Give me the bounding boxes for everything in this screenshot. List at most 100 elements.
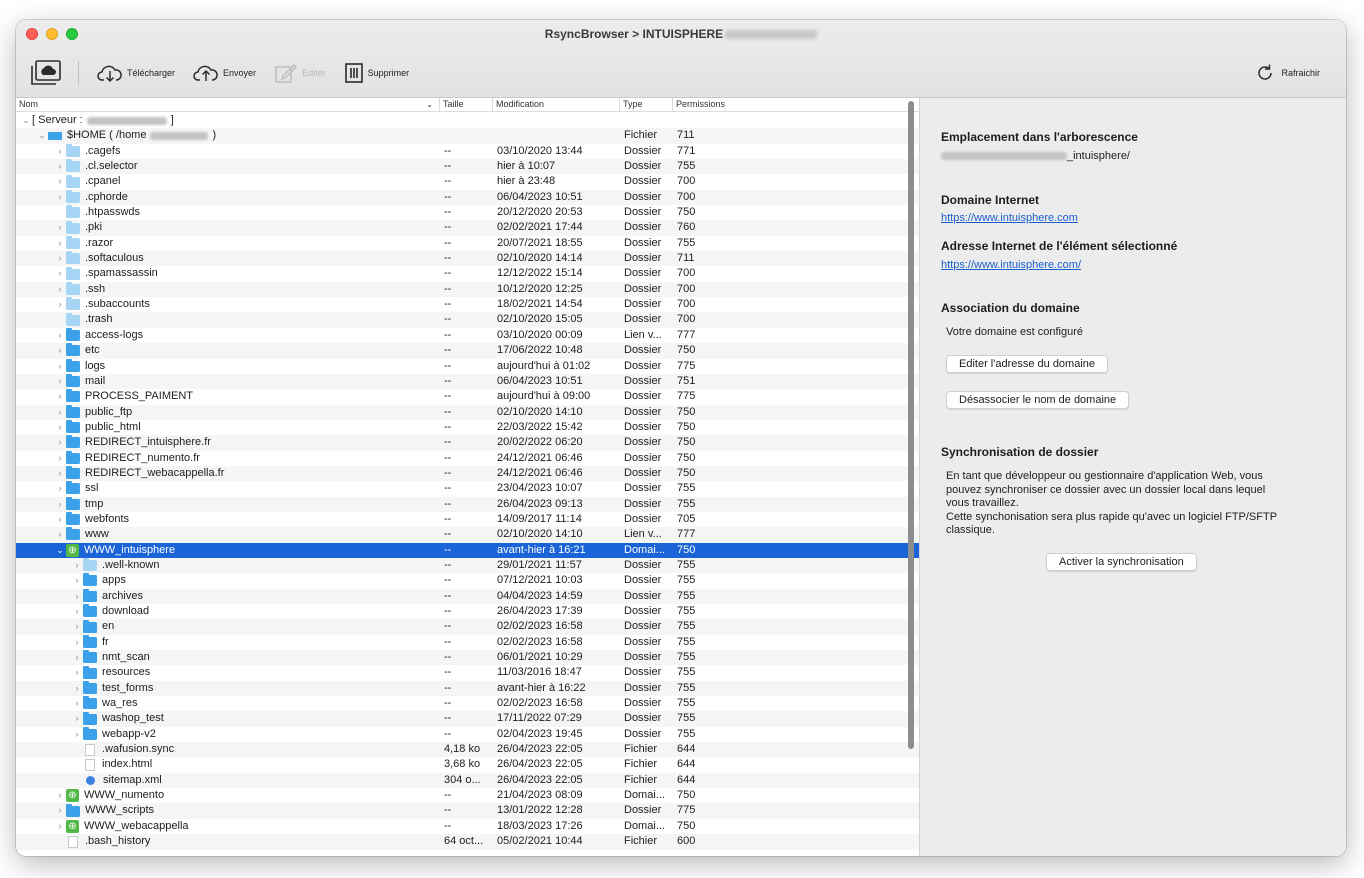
file-row[interactable]: ›REDIRECT_numento.fr--24/12/2021 06:46Do… [16,451,919,466]
file-row[interactable]: ›tmp--26/04/2023 09:13Dossier755 [16,497,919,512]
file-row[interactable]: ›resources--11/03/2016 18:47Dossier755 [16,665,919,680]
sidebar-toggle-button[interactable] [30,60,62,86]
file-row[interactable]: ›public_html--22/03/2022 15:42Dossier750 [16,420,919,435]
file-row[interactable]: ›.spamassassin--12/12/2022 15:14Dossier7… [16,266,919,281]
disclosure-collapsed-icon[interactable]: › [54,527,66,542]
disclosure-collapsed-icon[interactable]: › [54,328,66,343]
disclosure-collapsed-icon[interactable]: › [54,389,66,404]
file-row[interactable]: ›.well-known--29/01/2021 11:57Dossier755 [16,558,919,573]
disclosure-collapsed-icon[interactable]: › [54,266,66,281]
file-row[interactable]: ›.pki--02/02/2021 17:44Dossier760 [16,220,919,235]
disclosure-collapsed-icon[interactable]: › [54,420,66,435]
disclosure-collapsed-icon[interactable]: › [54,236,66,251]
disclosure-collapsed-icon[interactable]: › [71,665,83,680]
file-row[interactable]: ⌄⊕WWW_intuisphere--avant-hier à 16:21Dom… [16,543,919,558]
file-row[interactable]: .wafusion.sync4,18 ko26/04/2023 22:05Fic… [16,742,919,757]
column-header-type[interactable]: Type [620,98,673,111]
file-row[interactable]: ›etc--17/06/2022 10:48Dossier750 [16,343,919,358]
disclosure-collapsed-icon[interactable]: › [54,435,66,450]
file-row[interactable]: ⌄[ Serveur :] [16,113,919,128]
disclosure-collapsed-icon[interactable]: › [71,650,83,665]
file-row[interactable]: ›ssl--23/04/2023 10:07Dossier755 [16,481,919,496]
file-row[interactable]: ›⊕WWW_webacappella--18/03/2023 17:26Doma… [16,819,919,834]
file-row[interactable]: ›public_ftp--02/10/2020 14:10Dossier750 [16,405,919,420]
file-row[interactable]: sitemap.xml304 o...26/04/2023 22:05Fichi… [16,773,919,788]
file-row[interactable]: ›nmt_scan--06/01/2021 10:29Dossier755 [16,650,919,665]
disclosure-collapsed-icon[interactable]: › [54,159,66,174]
disclosure-collapsed-icon[interactable]: › [54,282,66,297]
file-row[interactable]: ›PROCESS_PAIMENT--aujourd'hui à 09:00Dos… [16,389,919,404]
file-row[interactable]: ›access-logs--03/10/2020 00:09Lien v...7… [16,328,919,343]
disclosure-collapsed-icon[interactable]: › [71,711,83,726]
disclosure-collapsed-icon[interactable]: › [54,174,66,189]
download-button[interactable]: Télécharger [97,63,175,83]
file-row[interactable]: ›WWW_scripts--13/01/2022 12:28Dossier775 [16,803,919,818]
file-row[interactable]: ›download--26/04/2023 17:39Dossier755 [16,604,919,619]
file-row[interactable]: ›mail--06/04/2023 10:51Dossier751 [16,374,919,389]
upload-button[interactable]: Envoyer [193,63,256,83]
file-row[interactable]: ›logs--aujourd'hui à 01:02Dossier775 [16,359,919,374]
disclosure-collapsed-icon[interactable]: › [71,589,83,604]
file-row[interactable]: ›REDIRECT_intuisphere.fr--20/02/2022 06:… [16,435,919,450]
file-row[interactable]: ⌄$HOME ( /home)Fichier711 [16,128,919,143]
edit-domain-button[interactable]: Editer l'adresse du domaine [946,355,1108,373]
disclosure-collapsed-icon[interactable]: › [54,251,66,266]
file-row[interactable]: .bash_history64 oct...05/02/2021 10:44Fi… [16,834,919,849]
file-row[interactable]: ›archives--04/04/2023 14:59Dossier755 [16,589,919,604]
file-row[interactable]: ›test_forms--avant-hier à 16:22Dossier75… [16,681,919,696]
file-row[interactable]: .htpasswds--20/12/2020 20:53Dossier750 [16,205,919,220]
column-header-permissions[interactable]: Permissions [673,98,919,111]
disclosure-collapsed-icon[interactable]: › [54,788,66,803]
disclosure-collapsed-icon[interactable]: › [54,481,66,496]
file-row[interactable]: ›washop_test--17/11/2022 07:29Dossier755 [16,711,919,726]
file-row[interactable]: ›.subaccounts--18/02/2021 14:54Dossier70… [16,297,919,312]
disclosure-collapsed-icon[interactable]: › [54,819,66,834]
disclosure-collapsed-icon[interactable]: › [54,512,66,527]
file-row[interactable]: .trash--02/10/2020 15:05Dossier700 [16,312,919,327]
refresh-button[interactable]: Rafraichir [1255,56,1320,90]
vertical-scrollbar[interactable] [908,101,914,749]
disclosure-collapsed-icon[interactable]: › [54,497,66,512]
file-row[interactable]: ›en--02/02/2023 16:58Dossier755 [16,619,919,634]
file-row[interactable]: ›⊕WWW_numento--21/04/2023 08:09Domai...7… [16,788,919,803]
file-row[interactable]: ›.cagefs--03/10/2020 13:44Dossier771 [16,144,919,159]
activate-sync-button[interactable]: Activer la synchronisation [1046,553,1197,571]
disclosure-collapsed-icon[interactable]: › [54,405,66,420]
file-row[interactable]: ›.cpanel--hier à 23:48Dossier700 [16,174,919,189]
disclosure-collapsed-icon[interactable]: › [54,374,66,389]
file-row[interactable]: ›.razor--20/07/2021 18:55Dossier755 [16,236,919,251]
disclosure-collapsed-icon[interactable]: › [54,803,66,818]
dissociate-domain-button[interactable]: Désassocier le nom de domaine [946,391,1129,409]
delete-button[interactable]: Supprimer [344,62,410,84]
disclosure-expanded-icon[interactable]: ⌄ [20,113,32,128]
address-link[interactable]: https://www.intuisphere.com/ [941,259,1081,271]
disclosure-collapsed-icon[interactable]: › [54,359,66,374]
disclosure-collapsed-icon[interactable]: › [71,573,83,588]
disclosure-collapsed-icon[interactable]: › [54,220,66,235]
file-row[interactable]: ›wa_res--02/02/2023 16:58Dossier755 [16,696,919,711]
file-row[interactable]: ›apps--07/12/2021 10:03Dossier755 [16,573,919,588]
disclosure-expanded-icon[interactable]: ⌄ [36,128,48,143]
file-row[interactable]: ›webfonts--14/09/2017 11:14Dossier705 [16,512,919,527]
disclosure-collapsed-icon[interactable]: › [54,144,66,159]
file-row[interactable]: ›fr--02/02/2023 16:58Dossier755 [16,635,919,650]
disclosure-collapsed-icon[interactable]: › [71,604,83,619]
disclosure-collapsed-icon[interactable]: › [71,696,83,711]
file-row[interactable]: ›REDIRECT_webacappella.fr--24/12/2021 06… [16,466,919,481]
file-row[interactable]: ›.softaculous--02/10/2020 14:14Dossier71… [16,251,919,266]
file-row[interactable]: ›webapp-v2--02/04/2023 19:45Dossier755 [16,727,919,742]
file-row[interactable]: ›.cphorde--06/04/2023 10:51Dossier700 [16,190,919,205]
disclosure-expanded-icon[interactable]: ⌄ [54,543,66,558]
disclosure-collapsed-icon[interactable]: › [71,619,83,634]
edit-button[interactable]: Editer [274,62,326,84]
column-header-modified[interactable]: Modification [493,98,620,111]
disclosure-collapsed-icon[interactable]: › [71,727,83,742]
column-header-name[interactable]: Nom⌄ [16,98,440,111]
domain-link[interactable]: https://www.intuisphere.com [941,212,1078,224]
disclosure-collapsed-icon[interactable]: › [71,681,83,696]
file-row[interactable]: ›.ssh--10/12/2020 12:25Dossier700 [16,282,919,297]
file-row[interactable]: index.html3,68 ko26/04/2023 22:05Fichier… [16,757,919,772]
disclosure-collapsed-icon[interactable]: › [71,635,83,650]
column-header-size[interactable]: Taille [440,98,493,111]
disclosure-collapsed-icon[interactable]: › [54,343,66,358]
